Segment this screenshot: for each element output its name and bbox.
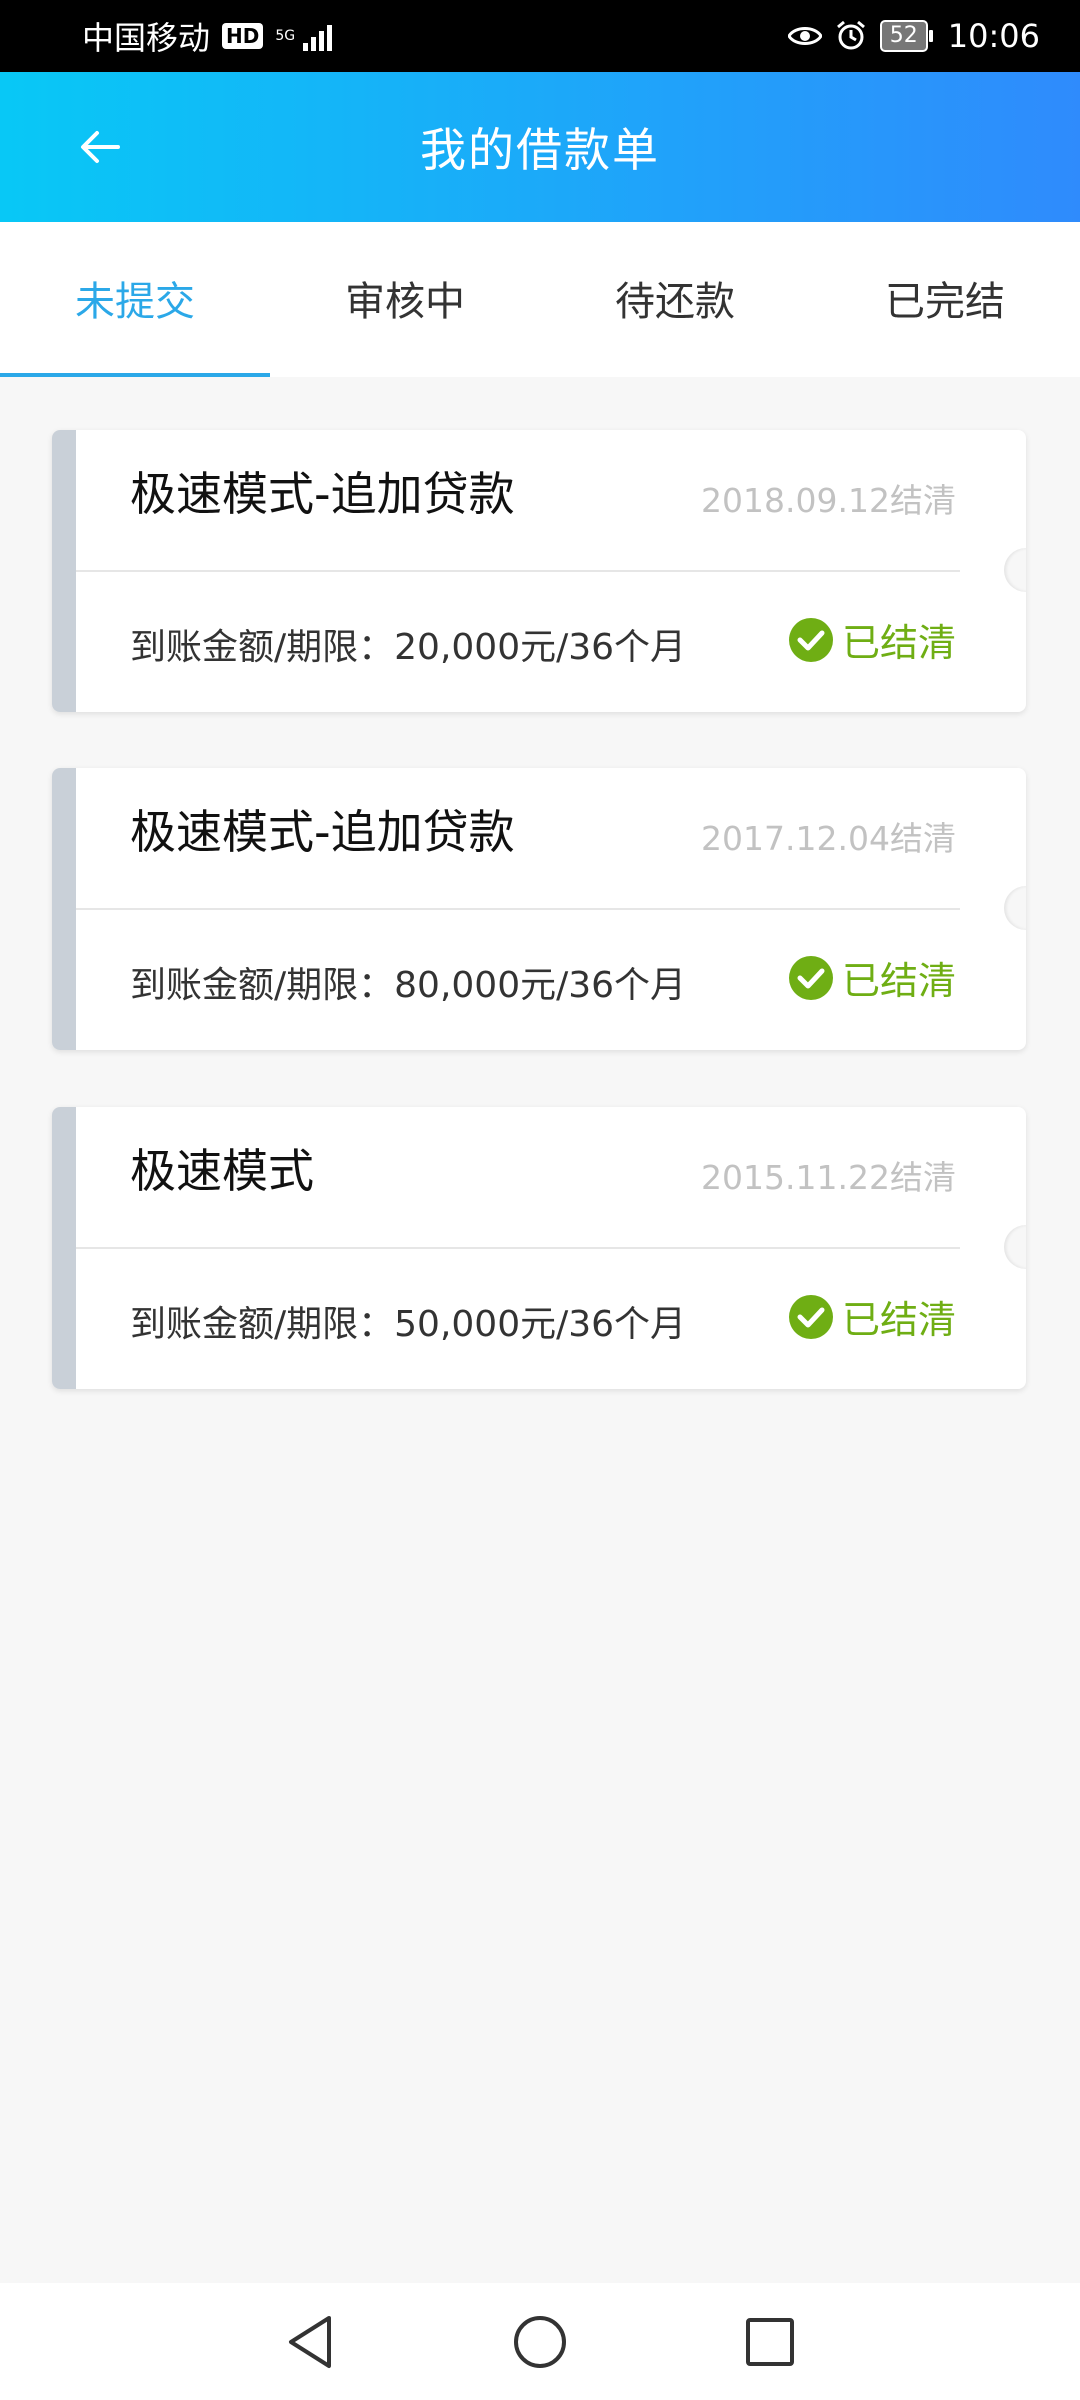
card-divider	[76, 1247, 960, 1249]
nav-back-button[interactable]	[280, 2312, 340, 2372]
network-type: 5G	[275, 29, 295, 43]
loan-title: 极速模式-追加贷款	[130, 467, 515, 521]
arrow-left-icon	[81, 131, 120, 163]
app-header: 我的借款单	[0, 72, 1080, 222]
clock: 10:06	[947, 17, 1040, 55]
tab-bar: 未提交 审核中 待还款 已完结	[0, 222, 1080, 377]
carrier-name: 中国移动	[82, 19, 211, 57]
eye-icon	[787, 19, 822, 53]
status-badge: 已结清	[788, 1289, 956, 1344]
back-button[interactable]	[70, 117, 130, 177]
status-right: 52 10:06	[787, 17, 1040, 55]
loan-amount-term: 到账金额/期限：80,000元/36个月	[130, 965, 687, 1006]
triangle-back-icon	[289, 2315, 331, 2368]
status-badge: 已结清	[788, 612, 956, 667]
card-stripe	[52, 1107, 76, 1389]
check-circle-icon	[788, 955, 833, 1000]
settled-date: 2017.12.04结清	[701, 819, 956, 858]
battery-icon: 52	[879, 20, 933, 52]
loan-title: 极速模式	[130, 1144, 314, 1198]
circle-home-icon	[514, 2315, 566, 2368]
card-divider	[76, 908, 960, 910]
loan-amount-term: 到账金额/期限：20,000元/36个月	[130, 627, 687, 668]
loan-card[interactable]: 极速模式 2015.11.22结清 到账金额/期限：50,000元/36个月 已…	[52, 1107, 1026, 1389]
loan-amount-term: 到账金额/期限：50,000元/36个月	[130, 1304, 687, 1345]
square-recents-icon	[746, 2317, 794, 2366]
card-stripe	[52, 768, 76, 1050]
status-text: 已结清	[841, 621, 956, 665]
status-text: 已结清	[841, 959, 956, 1003]
tab-under-review[interactable]: 审核中	[270, 222, 540, 377]
settled-date: 2015.11.22结清	[701, 1158, 956, 1197]
loan-title: 极速模式-追加贷款	[130, 805, 515, 859]
card-notch	[1004, 1225, 1026, 1269]
status-text: 已结清	[841, 1298, 956, 1342]
status-left: 中国移动 HD 5G	[82, 13, 333, 59]
signal-icon	[303, 21, 333, 51]
tab-pending-repayment[interactable]: 待还款	[540, 222, 810, 377]
status-badge: 已结清	[788, 950, 956, 1005]
network-label: 5G	[275, 28, 296, 44]
card-notch	[1004, 548, 1026, 592]
alarm-icon	[834, 19, 868, 53]
check-circle-icon	[788, 617, 833, 662]
status-bar: 中国移动 HD 5G 52 10:06	[0, 0, 1080, 72]
card-notch	[1004, 886, 1026, 930]
tab-unsubmitted[interactable]: 未提交	[0, 222, 270, 377]
loan-card[interactable]: 极速模式-追加贷款 2018.09.12结清 到账金额/期限：20,000元/3…	[52, 430, 1026, 712]
card-stripe	[52, 430, 76, 712]
hd-badge: HD	[222, 23, 264, 49]
card-divider	[76, 570, 960, 572]
page-title: 我的借款单	[420, 123, 660, 177]
loan-card[interactable]: 极速模式-追加贷款 2017.12.04结清 到账金额/期限：80,000元/3…	[52, 768, 1026, 1050]
system-nav-bar	[0, 2283, 1080, 2400]
nav-recents-button[interactable]	[740, 2312, 800, 2372]
check-circle-icon	[788, 1294, 833, 1339]
settled-date: 2018.09.12结清	[701, 481, 956, 520]
nav-home-button[interactable]	[510, 2312, 570, 2372]
tab-completed[interactable]: 已完结	[810, 222, 1080, 377]
